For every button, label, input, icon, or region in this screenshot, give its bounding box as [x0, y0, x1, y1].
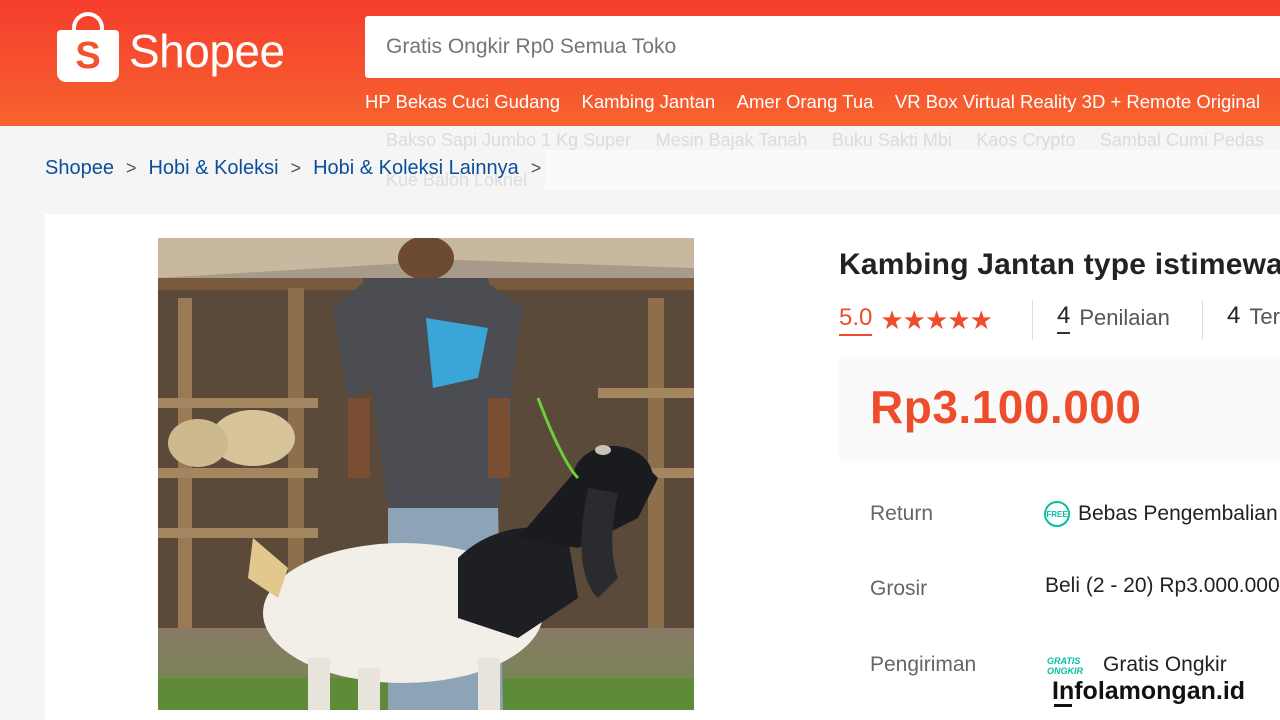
faded-suggestion[interactable]: Sambal Cumi Pedas — [1100, 130, 1264, 150]
faded-suggestion[interactable]: Bakso Sapi Jumbo 1 Kg Super — [386, 130, 631, 150]
product-image[interactable] — [158, 238, 694, 710]
hot-search-link[interactable]: HP Bekas Cuci Gudang — [365, 91, 560, 112]
grosir-value[interactable]: Beli (2 - 20) Rp3.000.000 — [1045, 574, 1280, 598]
shopee-logo[interactable]: S Shopee — [57, 12, 285, 82]
breadcrumb-link-hobi[interactable]: Hobi & Koleksi — [148, 157, 278, 180]
divider — [1032, 300, 1033, 340]
product-price: Rp3.100.000 — [870, 381, 1142, 433]
top-header: S Shopee HP Bekas Cuci Gudang Kambing Ja… — [0, 0, 1280, 126]
divider — [1202, 300, 1203, 340]
chevron-right-icon: > — [125, 158, 137, 178]
rating-summary[interactable]: 5.0 ★★★★★ — [839, 300, 993, 340]
suggestion-backdrop — [545, 150, 1280, 190]
breadcrumb-link-shopee[interactable]: Shopee — [45, 157, 114, 180]
sold-count: 4 — [1227, 302, 1241, 329]
faded-suggestion[interactable]: Kaos Crypto — [976, 130, 1075, 150]
search-bar[interactable] — [365, 16, 1280, 78]
faded-suggestion-list: Bakso Sapi Jumbo 1 Kg Super Mesin Bajak … — [386, 130, 1280, 151]
breadcrumb: Shopee > Hobi & Koleksi > Hobi & Koleksi… — [45, 157, 553, 180]
review-label: Penilaian — [1079, 305, 1170, 330]
hot-search-link[interactable]: Kambing Jantan — [582, 91, 716, 112]
return-value[interactable]: Bebas Pengembalian — [1078, 502, 1278, 526]
hot-search-list: HP Bekas Cuci Gudang Kambing Jantan Amer… — [365, 91, 1280, 113]
shipping-label: Pengiriman — [870, 653, 977, 676]
free-return-icon: FREE — [1044, 501, 1070, 527]
rating-value: 5.0 — [839, 304, 873, 336]
sold-count-group: 4 Ter — [1227, 302, 1280, 332]
hot-search-link[interactable]: Amer Orang Tua — [737, 91, 874, 112]
logo-text: Shopee — [129, 25, 285, 77]
search-input[interactable] — [365, 16, 1280, 78]
faded-suggestion[interactable]: Mesin Bajak Tanah — [656, 130, 808, 150]
star-rating-icon: ★★★★★ — [880, 304, 993, 335]
chevron-right-icon: > — [530, 158, 542, 178]
faded-suggestion[interactable]: Buku Sakti Mbi — [832, 130, 952, 150]
shipping-value[interactable]: Gratis Ongkir — [1103, 653, 1227, 677]
review-count: 4 — [1057, 302, 1071, 334]
watermark-text: Infolamongan.id — [1052, 677, 1246, 705]
hot-search-link[interactable]: VR Box Virtual Reality 3D + Remote Origi… — [895, 91, 1260, 112]
watermark-underline — [1054, 704, 1072, 707]
shopping-bag-icon: S — [57, 12, 119, 82]
return-label: Return — [870, 502, 934, 525]
review-count-group[interactable]: 4 Penilaian — [1057, 302, 1170, 334]
breadcrumb-link-hobi-lainnya[interactable]: Hobi & Koleksi Lainnya — [313, 157, 519, 180]
goat-photo-illustration — [158, 238, 694, 710]
product-title: Kambing Jantan type istimewa — [839, 248, 1280, 281]
sold-label: Ter — [1249, 304, 1280, 329]
grosir-label: Grosir — [870, 577, 928, 600]
chevron-right-icon: > — [290, 158, 302, 178]
free-shipping-icon: GRATIS ONGKIR — [1047, 656, 1083, 676]
